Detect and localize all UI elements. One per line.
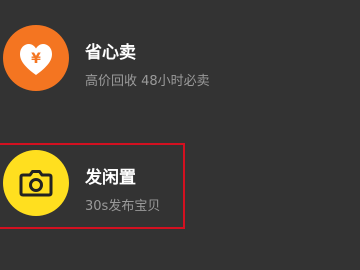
option-subtitle: 高价回收 48小时必卖 xyxy=(85,74,210,89)
option-subtitle: 30s发布宝贝 xyxy=(85,199,161,214)
option-title: 发闲置 xyxy=(85,168,136,188)
camera-icon xyxy=(3,150,69,216)
option-post-idle-item[interactable]: 发闲置 30s发布宝贝 xyxy=(0,145,340,225)
heart-yen-icon: ¥ xyxy=(3,25,69,91)
option-sell-worry-free[interactable]: ¥ 省心卖 高价回收 48小时必卖 xyxy=(0,20,340,100)
option-title: 省心卖 xyxy=(85,43,136,63)
svg-text:¥: ¥ xyxy=(31,51,41,67)
